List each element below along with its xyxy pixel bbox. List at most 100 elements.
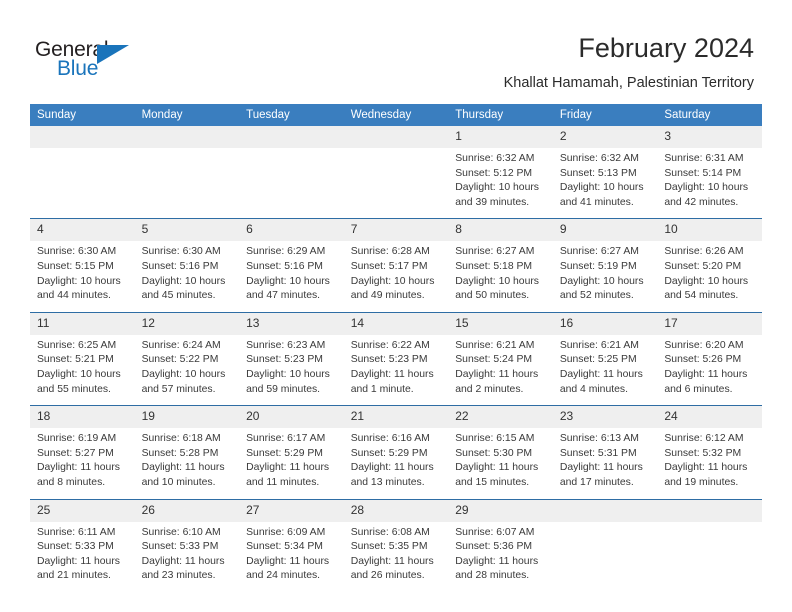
calendar-day-cell[interactable]: 9 Sunrise: 6:27 AM Sunset: 5:19 PM Daylight… [552,218,658,313]
calendar-week-row: 11 Sunrise: 6:25 AM Sunset: 5:21 PM Dayligh… [30,312,762,407]
sunset-text: Sunset: 5:20 PM [664,260,742,272]
calendar-day-cell-empty [657,499,762,592]
day-details: Sunrise: 6:32 AM Sunset: 5:13 PM Daylight:… [553,148,658,218]
day-number: 20 [239,406,344,429]
sunrise-text: Sunrise: 6:24 AM [141,339,221,351]
daylight-text-cont: and 21 minutes. [37,570,111,582]
sunrise-text: Sunrise: 6:07 AM [455,526,535,538]
calendar-day-cell[interactable]: 26 Sunrise: 6:10 AM Sunset: 5:33 PM Dayligh… [134,499,240,592]
day-number: 19 [134,406,240,429]
sunrise-text: Sunrise: 6:27 AM [455,246,535,258]
calendar-day-cell[interactable]: 19 Sunrise: 6:18 AM Sunset: 5:28 PM Dayligh… [134,405,240,500]
daylight-text-cont: and 2 minutes. [455,383,524,395]
daylight-text-cont: and 55 minutes. [37,383,111,395]
daylight-text: Daylight: 11 hours [37,555,120,567]
sunrise-text: Sunrise: 6:15 AM [455,433,535,445]
day-details: Sunrise: 6:31 AM Sunset: 5:14 PM Daylight:… [657,148,762,218]
calendar-day-cell[interactable]: 21 Sunrise: 6:16 AM Sunset: 5:29 PM Dayligh… [343,405,449,500]
sunset-text: Sunset: 5:19 PM [559,260,637,272]
calendar-day-cell[interactable]: 25 Sunrise: 6:11 AM Sunset: 5:33 PM Dayligh… [30,499,135,592]
calendar-day-cell[interactable]: 12 Sunrise: 6:24 AM Sunset: 5:22 PM Dayligh… [134,312,240,407]
calendar-day-cell[interactable]: 16 Sunrise: 6:21 AM Sunset: 5:25 PM Dayligh… [552,312,658,407]
calendar-day-cell[interactable]: 3 Sunrise: 6:31 AM Sunset: 5:14 PM Daylight… [657,126,762,220]
sunrise-text: Sunrise: 6:16 AM [350,433,430,445]
day-number: 10 [657,219,762,242]
day-number: 16 [552,312,658,335]
daylight-text-cont: and 59 minutes. [246,383,321,395]
calendar-day-cell[interactable]: 5 Sunrise: 6:30 AM Sunset: 5:16 PM Daylight… [134,218,240,313]
daylight-text-cont: and 11 minutes. [246,476,320,488]
daylight-text: Daylight: 11 hours [455,462,539,474]
sunset-text: Sunset: 5:30 PM [455,447,533,459]
sunrise-text: Sunrise: 6:25 AM [37,339,117,351]
day-details [135,148,240,214]
day-number [657,499,762,522]
day-number: 17 [657,312,762,335]
calendar-day-cell[interactable]: 20 Sunrise: 6:17 AM Sunset: 5:29 PM Dayligh… [239,405,344,500]
daylight-text: Daylight: 10 hours [246,368,330,380]
day-number: 21 [343,406,449,429]
calendar-day-cell[interactable]: 10 Sunrise: 6:26 AM Sunset: 5:20 PM Dayligh… [657,218,762,313]
sunset-text: Sunset: 5:17 PM [350,260,428,272]
sunrise-text: Sunrise: 6:31 AM [664,153,744,164]
day-details: Sunrise: 6:13 AM Sunset: 5:31 PM Daylight:… [553,428,658,498]
general-blue-logo[interactable]: General Blue [35,38,235,86]
daylight-text: Daylight: 10 hours [664,182,749,194]
sunset-text: Sunset: 5:23 PM [246,354,323,366]
calendar-day-cell[interactable]: 23 Sunrise: 6:13 AM Sunset: 5:31 PM Dayligh… [552,405,658,500]
blue-triangle-icon [97,45,129,64]
day-number: 4 [30,219,135,242]
daylight-text-cont: and 23 minutes. [141,570,216,582]
sunrise-text: Sunrise: 6:32 AM [559,153,639,164]
calendar-week-row: 1 Sunrise: 6:32 AM Sunset: 5:12 PM Daylight… [30,126,762,220]
calendar-day-cell[interactable]: 17 Sunrise: 6:20 AM Sunset: 5:26 PM Dayligh… [657,312,762,407]
calendar-day-cell[interactable]: 15 Sunrise: 6:21 AM Sunset: 5:24 PM Dayligh… [448,312,553,407]
day-details [30,148,135,214]
day-details: Sunrise: 6:20 AM Sunset: 5:26 PM Daylight:… [657,335,762,405]
calendar-day-cell[interactable]: 27 Sunrise: 6:09 AM Sunset: 5:34 PM Dayligh… [239,499,344,592]
day-number [552,499,658,522]
day-details: Sunrise: 6:07 AM Sunset: 5:36 PM Daylight:… [448,522,553,592]
calendar-day-cell[interactable]: 7 Sunrise: 6:28 AM Sunset: 5:17 PM Daylight… [343,218,449,313]
calendar-day-cell[interactable]: 8 Sunrise: 6:27 AM Sunset: 5:18 PM Daylight… [448,218,553,313]
day-number: 27 [239,499,344,522]
calendar-day-cell[interactable]: 4 Sunrise: 6:30 AM Sunset: 5:15 PM Daylight… [30,218,135,313]
calendar-day-cell[interactable]: 28 Sunrise: 6:08 AM Sunset: 5:35 PM Dayligh… [343,499,449,592]
day-details: Sunrise: 6:27 AM Sunset: 5:18 PM Daylight:… [448,241,553,311]
daylight-text: Daylight: 11 hours [37,462,120,474]
day-number: 24 [657,406,762,429]
daylight-text: Daylight: 10 hours [141,368,226,380]
day-number: 8 [448,219,553,242]
day-details: Sunrise: 6:19 AM Sunset: 5:27 PM Daylight:… [30,428,135,498]
day-details: Sunrise: 6:08 AM Sunset: 5:35 PM Daylight:… [344,522,449,592]
daylight-text-cont: and 13 minutes. [350,476,425,488]
daylight-text: Daylight: 11 hours [559,368,643,380]
page-header: General Blue February 2024 Khallat Hamam… [0,0,792,104]
day-details [344,148,449,214]
calendar-day-cell[interactable]: 11 Sunrise: 6:25 AM Sunset: 5:21 PM Dayligh… [30,312,135,407]
calendar-grid: Sunday Monday Tuesday Wednesday Thursday… [30,104,762,592]
day-number: 3 [657,126,762,148]
daylight-text-cont: and 1 minute. [350,383,414,395]
calendar-day-cell[interactable]: 24 Sunrise: 6:12 AM Sunset: 5:32 PM Dayligh… [657,405,762,500]
weekday-header-tuesday: Tuesday [239,104,344,126]
calendar-day-cell[interactable]: 2 Sunrise: 6:32 AM Sunset: 5:13 PM Daylight… [552,126,658,220]
daylight-text-cont: and 57 minutes. [141,383,216,395]
sunrise-text: Sunrise: 6:09 AM [246,526,326,538]
calendar-day-cell[interactable]: 1 Sunrise: 6:32 AM Sunset: 5:12 PM Daylight… [448,126,553,220]
calendar-day-cell[interactable]: 29 Sunrise: 6:07 AM Sunset: 5:36 PM Dayligh… [448,499,553,592]
calendar-day-cell[interactable]: 14 Sunrise: 6:22 AM Sunset: 5:23 PM Dayligh… [343,312,449,407]
day-details: Sunrise: 6:12 AM Sunset: 5:32 PM Daylight:… [657,428,762,498]
calendar-day-cell[interactable]: 18 Sunrise: 6:19 AM Sunset: 5:27 PM Dayligh… [30,405,135,500]
daylight-text-cont: and 52 minutes. [559,290,634,302]
calendar-day-cell[interactable]: 22 Sunrise: 6:15 AM Sunset: 5:30 PM Dayligh… [448,405,553,500]
daylight-text: Daylight: 10 hours [664,275,749,287]
sunrise-text: Sunrise: 6:10 AM [141,526,221,538]
daylight-text: Daylight: 11 hours [664,368,748,380]
day-details: Sunrise: 6:16 AM Sunset: 5:29 PM Daylight:… [344,428,449,498]
calendar-day-cell[interactable]: 6 Sunrise: 6:29 AM Sunset: 5:16 PM Daylight… [239,218,344,313]
daylight-text: Daylight: 11 hours [455,368,539,380]
calendar-day-cell[interactable]: 13 Sunrise: 6:23 AM Sunset: 5:23 PM Dayligh… [239,312,344,407]
day-details: Sunrise: 6:25 AM Sunset: 5:21 PM Daylight:… [30,335,135,405]
daylight-text: Daylight: 11 hours [455,555,539,567]
